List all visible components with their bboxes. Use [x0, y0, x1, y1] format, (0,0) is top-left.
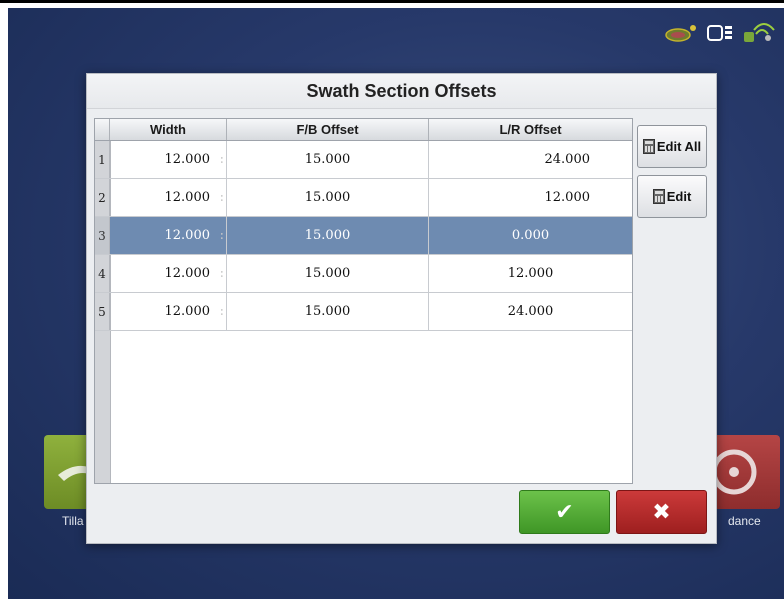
row-number: 1 [95, 141, 110, 178]
width-cell[interactable]: 12.000 [110, 255, 227, 293]
width-cell[interactable]: 12.000 [110, 293, 227, 331]
steering-wheel-icon [711, 449, 757, 495]
dialog-title: Swath Section Offsets [87, 74, 716, 109]
guidance-tile-label: dance [728, 514, 761, 528]
table-row-selected[interactable]: 3 12.000 15.000 0.000 [95, 217, 632, 255]
ok-button[interactable]: ✔ [519, 490, 610, 534]
cancel-button[interactable]: ✖ [616, 490, 707, 534]
row-number: 3 [95, 217, 110, 254]
status-bar [664, 22, 778, 44]
x-icon: ✖ [652, 499, 671, 525]
wireless-icon[interactable] [742, 22, 778, 44]
swath-section-offsets-dialog: Swath Section Offsets Width F/B Offset L… [86, 73, 717, 544]
header-corner [95, 119, 110, 140]
lr-offset-cell[interactable]: 24.000 [429, 293, 632, 330]
edit-label: Edit [666, 189, 692, 204]
module-icon[interactable] [706, 22, 734, 44]
calculator-icon [652, 189, 665, 204]
row-number: 5 [95, 293, 110, 330]
row-number: 4 [95, 255, 110, 292]
top-border [0, 0, 784, 3]
fb-offset-cell[interactable]: 15.000 [227, 255, 429, 292]
calculator-icon [642, 139, 655, 154]
edit-all-label: Edit All [656, 139, 702, 154]
table-header: Width F/B Offset L/R Offset [95, 119, 632, 141]
fb-offset-cell[interactable]: 15.000 [227, 293, 429, 330]
tillage-tile-label: Tilla [62, 514, 84, 528]
fb-offset-cell[interactable]: 15.000 [227, 179, 429, 216]
table-row[interactable]: 5 12.000 15.000 24.000 [95, 293, 632, 331]
column-header-fb-offset: F/B Offset [227, 119, 429, 140]
table-row[interactable]: 4 12.000 15.000 12.000 [95, 255, 632, 293]
lr-offset-cell[interactable]: 0.000 [429, 217, 632, 254]
width-cell[interactable]: 12.000 [110, 217, 227, 255]
width-cell[interactable]: 12.000 [110, 179, 227, 217]
column-header-lr-offset: L/R Offset [499, 122, 562, 137]
guidance-tile[interactable] [711, 435, 780, 509]
lr-offset-cell[interactable]: 24.000 [429, 141, 632, 178]
width-cell[interactable]: 12.000 [110, 141, 227, 179]
lr-offset-cell[interactable]: 12.000 [429, 255, 632, 292]
edit-button[interactable]: Edit [637, 175, 707, 218]
fb-offset-cell[interactable]: 15.000 [227, 141, 429, 178]
edit-all-button[interactable]: Edit All [637, 125, 707, 168]
row-number: 2 [95, 179, 110, 216]
offsets-table: Width F/B Offset L/R Offset 1 12.000 15.… [94, 118, 633, 484]
checkmark-icon: ✔ [555, 499, 574, 525]
gps-signal-icon[interactable] [664, 22, 698, 44]
fb-offset-cell[interactable]: 15.000 [227, 217, 429, 254]
table-row[interactable]: 2 12.000 15.000 12.000 [95, 179, 632, 217]
column-header-width: Width [110, 119, 227, 140]
lr-offset-cell[interactable]: 12.000 [429, 179, 632, 216]
table-row[interactable]: 1 12.000 15.000 24.000 [95, 141, 632, 179]
